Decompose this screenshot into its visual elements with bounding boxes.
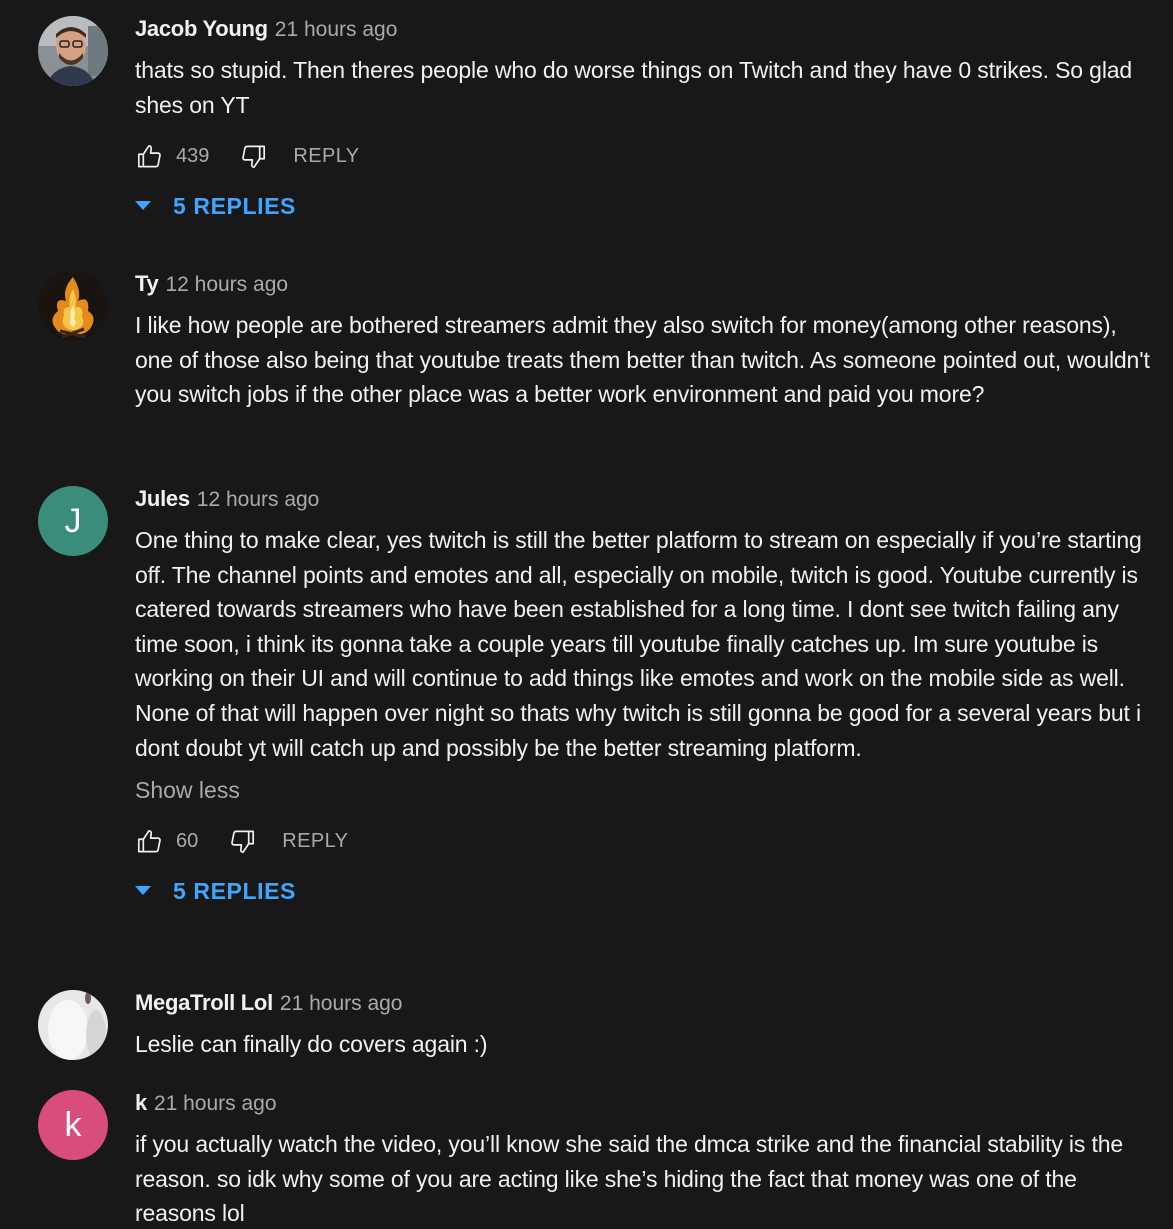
caret-down-icon: [135, 196, 173, 216]
dislike-button[interactable]: [228, 827, 256, 855]
comment-actions: 439 REPLY: [135, 136, 1150, 176]
avatar-letter: J: [64, 501, 82, 540]
replies-count-label: 5 REPLIES: [173, 192, 296, 219]
comment-header: Jules 12 hours ago: [135, 486, 1150, 518]
like-button[interactable]: [135, 142, 163, 170]
show-less-button[interactable]: Show less: [135, 773, 1150, 807]
comment-actions: 60 REPLY: [135, 821, 1150, 861]
like-count: 439: [176, 144, 210, 167]
avatar[interactable]: J: [38, 486, 108, 556]
photo-avatar-fire-icon: [38, 271, 108, 341]
comment-body: Jules 12 hours ago One thing to make cle…: [135, 486, 1150, 911]
comment-timestamp[interactable]: 21 hours ago: [275, 18, 398, 42]
avatar-letter: k: [64, 1105, 82, 1144]
view-replies-button[interactable]: 5 REPLIES: [135, 871, 1150, 911]
view-replies-button[interactable]: 5 REPLIES: [135, 186, 1150, 226]
reply-button[interactable]: REPLY: [282, 830, 348, 853]
comment-header: k 21 hours ago: [135, 1090, 1150, 1122]
author-name[interactable]: Jacob Young: [135, 16, 268, 42]
comment-header: Jacob Young 21 hours ago: [135, 16, 1150, 48]
thumbs-down-icon: [230, 830, 254, 853]
comment-timestamp[interactable]: 21 hours ago: [280, 992, 403, 1016]
comment-text: One thing to make clear, yes twitch is s…: [135, 527, 1142, 761]
photo-avatar-man-icon: [38, 16, 108, 86]
avatar[interactable]: [38, 16, 108, 86]
comment-timestamp[interactable]: 12 hours ago: [165, 273, 288, 297]
author-name[interactable]: Ty: [135, 271, 159, 297]
comment-timestamp[interactable]: 21 hours ago: [154, 1092, 277, 1116]
comment-body: MegaTroll Lol 21 hours ago Leslie can fi…: [135, 990, 1150, 1062]
author-name[interactable]: MegaTroll Lol: [135, 990, 273, 1016]
like-button[interactable]: [135, 827, 163, 855]
dislike-button[interactable]: [239, 142, 267, 170]
thumbs-down-icon: [242, 145, 265, 168]
avatar[interactable]: [38, 990, 108, 1060]
comment-body: Jacob Young 21 hours ago thats so stupid…: [135, 16, 1150, 226]
comment-body: Ty 12 hours ago I like how people are bo…: [135, 271, 1150, 412]
comment-text: if you actually watch the video, you’ll …: [135, 1131, 1123, 1227]
author-name[interactable]: Jules: [135, 486, 190, 512]
comment-text: I like how people are bothered streamers…: [135, 312, 1150, 408]
comment-header: Ty 12 hours ago: [135, 271, 1150, 303]
comment-body: k 21 hours ago if you actually watch the…: [135, 1090, 1150, 1229]
comment-header: MegaTroll Lol 21 hours ago: [135, 990, 1150, 1022]
avatar[interactable]: [38, 271, 108, 341]
thumbs-up-icon: [137, 144, 161, 168]
avatar[interactable]: k: [38, 1090, 108, 1160]
reply-button[interactable]: REPLY: [293, 145, 359, 168]
photo-avatar-white-icon: [38, 990, 108, 1060]
thumbs-up-icon: [137, 829, 161, 853]
like-count: 60: [176, 829, 199, 852]
comment-text: thats so stupid. Then theres people who …: [135, 57, 1133, 118]
author-name[interactable]: k: [135, 1090, 147, 1116]
comment-timestamp[interactable]: 12 hours ago: [197, 488, 320, 512]
caret-down-icon: [135, 881, 173, 901]
comment-text: Leslie can finally do covers again :): [135, 1031, 488, 1057]
replies-count-label: 5 REPLIES: [173, 877, 296, 904]
